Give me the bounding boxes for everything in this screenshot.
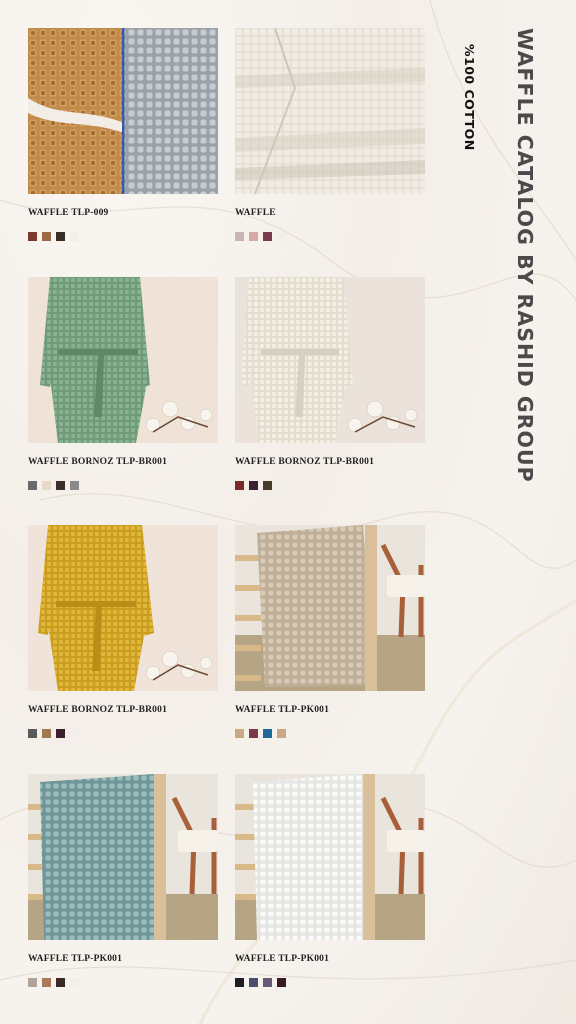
product-photo-blue-blanket[interactable]: [28, 774, 218, 940]
color-swatch[interactable]: [56, 232, 65, 241]
color-swatch[interactable]: [277, 232, 286, 241]
color-swatch[interactable]: [249, 729, 258, 738]
color-swatch[interactable]: [56, 978, 65, 987]
color-swatch[interactable]: [56, 481, 65, 490]
color-swatch[interactable]: [28, 729, 37, 738]
product-name: WAFFLE BORNOZ TLP-BR001: [28, 457, 168, 467]
color-swatch[interactable]: [235, 232, 244, 241]
color-swatch[interactable]: [70, 729, 79, 738]
color-swatch[interactable]: [249, 481, 258, 490]
color-swatch[interactable]: [42, 481, 51, 490]
color-swatch[interactable]: [28, 481, 37, 490]
catalog-title: WAFFLE CATALOG BY RASHID GROUP: [513, 28, 537, 483]
color-swatch[interactable]: [277, 978, 286, 987]
product-card[interactable]: WAFFLE TLP-PK001: [28, 774, 218, 987]
color-swatch[interactable]: [56, 729, 65, 738]
catalog-subtitle: %100 COTTON: [462, 44, 477, 151]
color-swatch[interactable]: [263, 729, 272, 738]
product-photo-white-blanket[interactable]: [235, 774, 425, 940]
color-swatches: [28, 978, 218, 987]
color-swatch[interactable]: [70, 232, 79, 241]
product-card[interactable]: WAFFLE TLP-009: [28, 28, 218, 241]
color-swatches: [28, 481, 218, 490]
color-swatch[interactable]: [263, 232, 272, 241]
product-photo-folded-cream-waffle[interactable]: [235, 28, 425, 194]
color-swatch[interactable]: [42, 232, 51, 241]
product-photo-beige-blanket[interactable]: [235, 525, 425, 691]
color-swatches: [235, 232, 425, 241]
color-swatches: [235, 729, 425, 738]
color-swatch[interactable]: [263, 978, 272, 987]
color-swatch[interactable]: [235, 729, 244, 738]
color-swatch[interactable]: [28, 232, 37, 241]
product-card[interactable]: WAFFLE BORNOZ TLP-BR001: [28, 277, 218, 490]
color-swatches: [28, 729, 218, 738]
color-swatch[interactable]: [277, 729, 286, 738]
color-swatch[interactable]: [28, 978, 37, 987]
color-swatch[interactable]: [235, 481, 244, 490]
product-card[interactable]: WAFFLE BORNOZ TLP-BR001: [28, 525, 218, 738]
color-swatches: [28, 232, 218, 241]
product-photo-cream-robe[interactable]: [235, 277, 425, 443]
color-swatch[interactable]: [263, 481, 272, 490]
color-swatch[interactable]: [277, 481, 286, 490]
color-swatch[interactable]: [70, 481, 79, 490]
product-photo-yellow-robe[interactable]: [28, 525, 218, 691]
product-name: WAFFLE TLP-PK001: [235, 705, 330, 715]
color-swatch[interactable]: [70, 978, 79, 987]
color-swatch[interactable]: [249, 978, 258, 987]
product-name: WAFFLE BORNOZ TLP-BR001: [235, 457, 375, 467]
product-name: WAFFLE TLP-009: [28, 208, 109, 218]
product-name: WAFFLE BORNOZ TLP-BR001: [28, 705, 168, 715]
product-card[interactable]: WAFFLE TLP-PK001: [235, 774, 425, 987]
product-name: WAFFLE: [235, 208, 276, 218]
product-photo-orange-gray-waffle[interactable]: [28, 28, 218, 194]
product-card[interactable]: WAFFLE: [235, 28, 425, 241]
product-name: WAFFLE TLP-PK001: [28, 954, 123, 964]
product-card[interactable]: WAFFLE TLP-PK001: [235, 525, 425, 738]
color-swatch[interactable]: [235, 978, 244, 987]
product-photo-green-robe[interactable]: [28, 277, 218, 443]
product-card[interactable]: WAFFLE BORNOZ TLP-BR001: [235, 277, 425, 490]
color-swatch[interactable]: [42, 729, 51, 738]
color-swatch[interactable]: [249, 232, 258, 241]
color-swatches: [235, 481, 425, 490]
color-swatch[interactable]: [42, 978, 51, 987]
product-name: WAFFLE TLP-PK001: [235, 954, 330, 964]
color-swatches: [235, 978, 425, 987]
